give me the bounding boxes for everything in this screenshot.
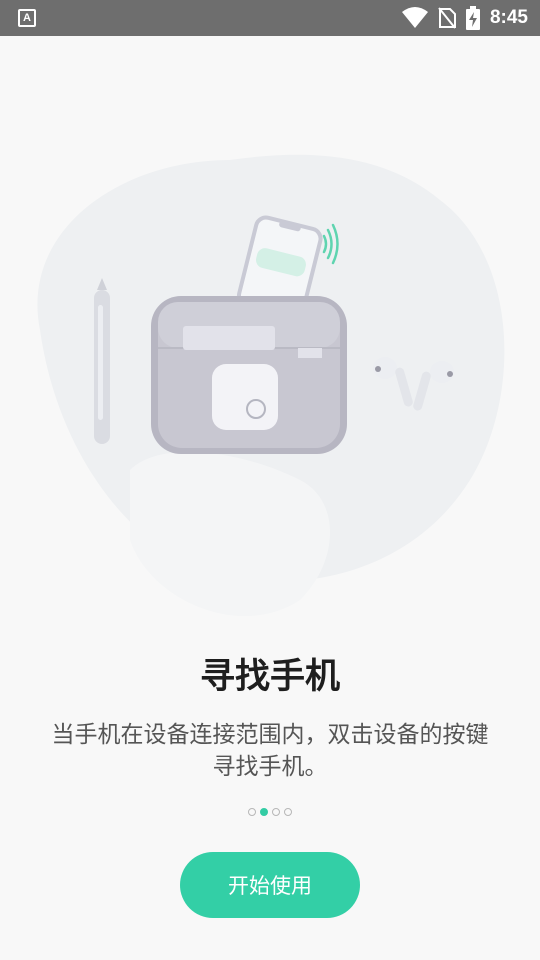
start-button[interactable]: 开始使用: [180, 852, 360, 918]
battery-charging-icon: [465, 6, 480, 30]
app-notification-icon: A: [18, 9, 36, 27]
stylus-illustration: [94, 278, 110, 444]
wifi-icon: [401, 7, 428, 28]
page-description: 当手机在设备连接范围内，双击设备的按键寻找手机。: [51, 722, 489, 780]
earbud-case-illustration: [151, 296, 347, 454]
page-indicator: [0, 808, 540, 816]
no-sim-icon: [438, 7, 456, 29]
page-dot-3: [272, 808, 280, 816]
page-dot-4: [284, 808, 292, 816]
page-dot-2-active: [260, 808, 268, 816]
clock: 8:45: [489, 7, 528, 28]
page-dot-1: [248, 808, 256, 816]
status-bar: A 8:45: [0, 0, 540, 36]
find-phone-illustration: [37, 154, 505, 617]
page-title: 寻找手机: [199, 657, 340, 697]
